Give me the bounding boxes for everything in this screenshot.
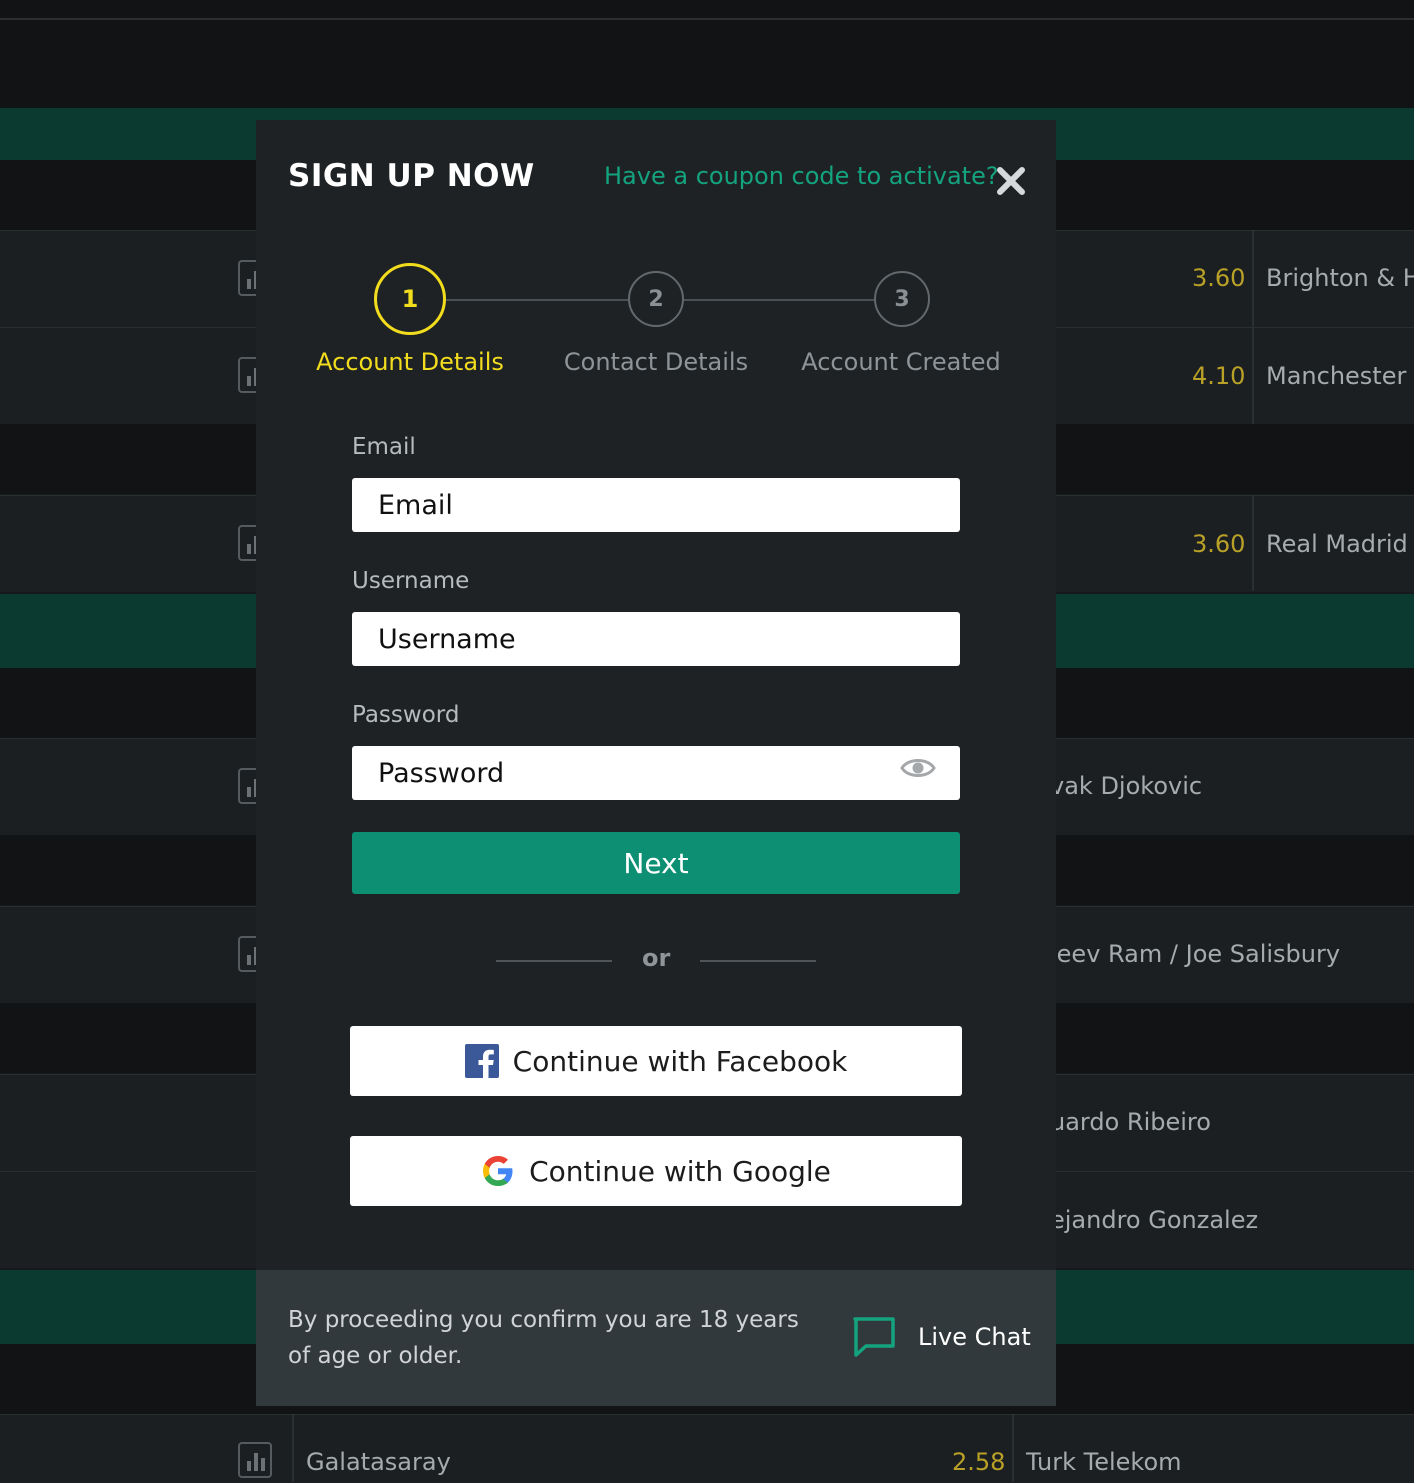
step-1-indicator: 1 xyxy=(374,263,446,335)
eye-icon xyxy=(900,759,936,777)
google-icon xyxy=(483,1156,513,1186)
email-label: Email xyxy=(352,434,416,460)
bg-team-name: Turk Telekom xyxy=(1026,1448,1182,1476)
bg-column-divider xyxy=(1012,1414,1014,1482)
facebook-button-label: Continue with Facebook xyxy=(512,1044,848,1078)
step-3-indicator: 3 xyxy=(874,271,930,327)
or-divider-right xyxy=(700,960,816,962)
bg-team-name: Real Madrid xyxy=(1266,530,1408,558)
step-2-label: Contact Details xyxy=(563,348,749,376)
bg-player-name: ejandro Gonzalez xyxy=(1050,1206,1259,1234)
bg-player-name: uardo Ribeiro xyxy=(1050,1108,1211,1136)
bg-player-name: jeev Ram / Joe Salisbury xyxy=(1050,940,1341,968)
modal-footer: By proceeding you confirm you are 18 yea… xyxy=(256,1270,1056,1406)
bg-team-name: Galatasaray xyxy=(306,1448,451,1476)
or-separator: or xyxy=(642,944,671,972)
coupon-code-link[interactable]: Have a coupon code to activate? xyxy=(604,162,999,190)
step-1-label: Account Details xyxy=(316,348,504,376)
username-input[interactable] xyxy=(352,612,960,666)
signup-modal: SIGN UP NOW Have a coupon code to activa… xyxy=(256,120,1056,1406)
show-password-toggle[interactable] xyxy=(900,756,936,780)
password-input[interactable] xyxy=(352,746,960,800)
bg-odds[interactable]: 3.60 xyxy=(1192,264,1245,292)
live-chat-button[interactable]: Live Chat xyxy=(852,1316,1031,1358)
facebook-icon xyxy=(464,1044,499,1078)
close-button[interactable] xyxy=(994,164,1028,198)
bg-team-name: Manchester C xyxy=(1266,362,1414,390)
bg-team-name: Brighton & Ho xyxy=(1266,264,1414,292)
bg-odds[interactable]: 4.10 xyxy=(1192,362,1245,390)
step-3-label: Account Created xyxy=(801,348,1001,376)
bg-event-row[interactable] xyxy=(0,1414,1414,1483)
live-chat-label: Live Chat xyxy=(918,1323,1031,1351)
continue-with-facebook-button[interactable]: Continue with Facebook xyxy=(350,1026,962,1096)
bg-player-name: vak Djokovic xyxy=(1050,772,1203,800)
next-button[interactable]: Next xyxy=(352,832,960,894)
signup-stepper: 1 Account Details 2 Contact Details 3 Ac… xyxy=(256,260,1056,390)
google-button-label: Continue with Google xyxy=(529,1154,831,1188)
close-icon xyxy=(997,167,1025,195)
password-label: Password xyxy=(352,702,460,728)
bg-column-divider xyxy=(1252,230,1254,424)
username-label: Username xyxy=(352,568,470,594)
step-connector xyxy=(446,299,628,301)
bg-column-divider xyxy=(292,1414,294,1482)
continue-with-google-button[interactable]: Continue with Google xyxy=(350,1136,962,1206)
step-2-indicator: 2 xyxy=(628,271,684,327)
bg-divider xyxy=(0,18,1414,20)
email-input[interactable] xyxy=(352,478,960,532)
stats-icon[interactable] xyxy=(238,1442,272,1478)
bg-column-divider xyxy=(1252,495,1254,591)
age-confirmation-notice: By proceeding you confirm you are 18 yea… xyxy=(288,1307,799,1369)
step-connector xyxy=(684,299,874,301)
modal-title: SIGN UP NOW xyxy=(288,158,535,194)
bg-header xyxy=(0,0,1414,108)
bg-odds[interactable]: 2.58 xyxy=(952,1448,1005,1476)
chat-icon xyxy=(853,1317,895,1357)
bg-odds[interactable]: 3.60 xyxy=(1192,530,1245,558)
or-divider-left xyxy=(496,960,612,962)
